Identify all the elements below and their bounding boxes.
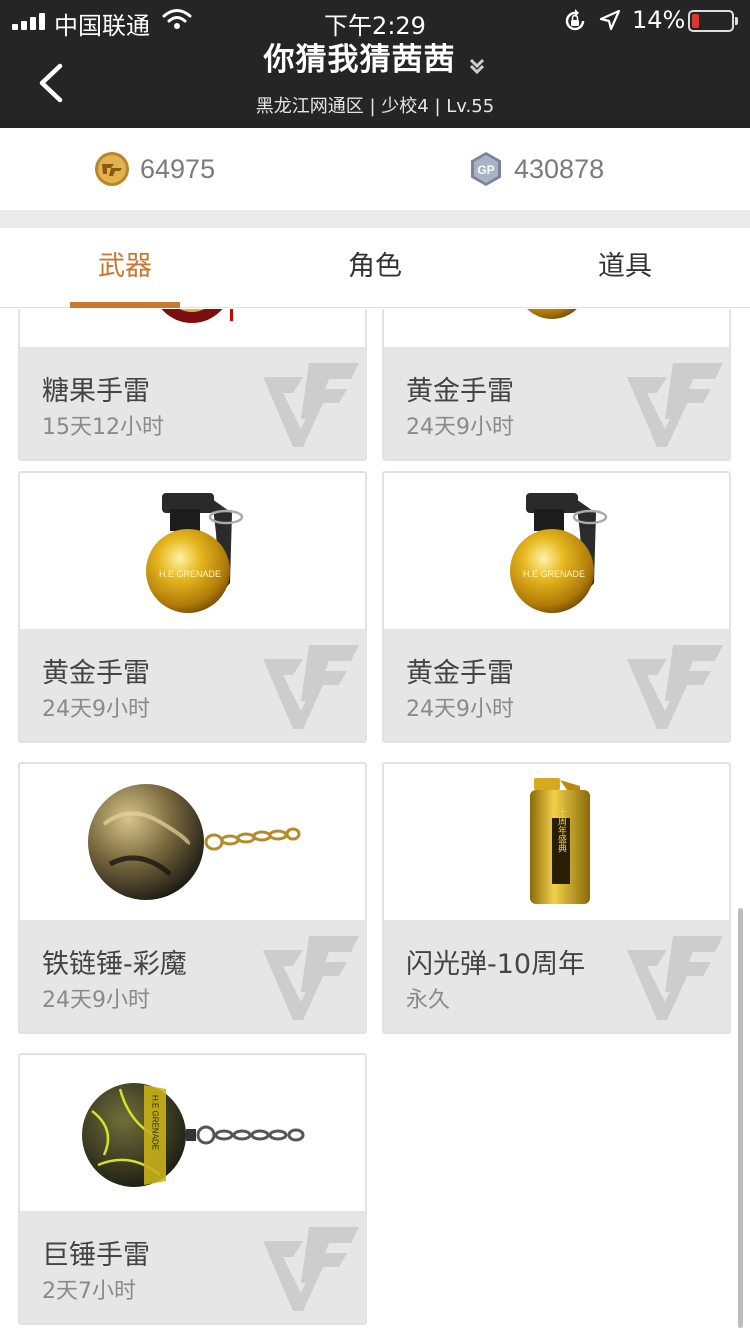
battery-icon — [688, 10, 738, 32]
gold-grenade-icon: H.E GRENADE — [146, 493, 244, 613]
item-info: 闪光弹-10周年 永久 — [384, 920, 729, 1032]
item-info: 黄金手雷 24天9小时 — [384, 629, 729, 741]
item-name: 黄金手雷 — [406, 376, 514, 407]
item-image: 十周年盛典 — [384, 764, 729, 920]
cf-watermark-icon — [623, 641, 725, 733]
item-image — [384, 309, 729, 347]
item-card[interactable]: 十周年盛典 闪光弹-10周年 永久 — [382, 762, 731, 1034]
flashbang-10th-anniversary-icon: 十周年盛典 — [530, 778, 590, 904]
page-title[interactable]: 你猜我猜茜茜 — [263, 42, 455, 78]
item-name: 闪光弹-10周年 — [406, 949, 586, 980]
cf-watermark-icon — [259, 932, 361, 1024]
category-tabs: 武器 角色 道具 — [0, 228, 750, 308]
item-image: H.E GRENADE — [384, 473, 729, 629]
grenade-label-text: H.E GRENADE — [159, 569, 221, 579]
double-chevron-down-icon[interactable] — [467, 56, 487, 76]
item-info: 黄金手雷 24天9小时 — [384, 347, 729, 459]
item-info: 糖果手雷 15天12小时 — [20, 347, 365, 459]
coin-value: 64975 — [140, 153, 216, 184]
item-duration: 永久 — [406, 988, 451, 1013]
tab-weapons[interactable]: 武器 — [0, 228, 250, 308]
item-duration: 24天9小时 — [42, 988, 150, 1013]
item-card[interactable]: H.E GRENADE 巨锤手雷 2天7小时 — [18, 1053, 367, 1325]
gp-value: 430878 — [514, 153, 605, 184]
rotation-lock-icon — [565, 9, 585, 31]
gp-coin-icon: GP — [471, 152, 501, 186]
item-name: 糖果手雷 — [42, 376, 150, 407]
tab-characters[interactable]: 角色 — [250, 228, 500, 308]
cf-coin-icon — [95, 152, 129, 186]
item-list[interactable]: 糖果手雷 15天12小时 黄金手雷 24天9小时 H.E GRENADE 黄金手… — [0, 309, 750, 1334]
cf-watermark-icon — [259, 359, 361, 451]
item-image — [20, 764, 365, 920]
item-info: 黄金手雷 24天9小时 — [20, 629, 365, 741]
battery-percentage: 14% — [632, 6, 686, 34]
gp-badge-text: GP — [477, 163, 494, 177]
item-duration: 2天7小时 — [42, 1279, 136, 1304]
item-duration: 15天12小时 — [42, 415, 164, 440]
giant-hammer-grenade-icon: H.E GRENADE — [82, 1083, 305, 1187]
gp-balance: GP 430878 — [468, 150, 604, 188]
list-scrollbar[interactable] — [738, 908, 743, 1328]
currency-bar: 64975 GP 430878 — [0, 128, 750, 210]
cf-watermark-icon — [623, 359, 725, 451]
item-name: 黄金手雷 — [406, 658, 514, 689]
player-info: 黑龙江网通区 | 少校4 | Lv.55 — [255, 96, 495, 117]
flashbang-label-text: 十周年盛典 — [556, 806, 567, 853]
coin-balance: 64975 — [94, 150, 215, 188]
section-divider — [0, 210, 750, 228]
candy-grenade-icon — [161, 309, 233, 323]
header-title-area[interactable]: 你猜我猜茜茜 — [0, 34, 750, 79]
item-duration: 24天9小时 — [406, 415, 514, 440]
item-name: 巨锤手雷 — [42, 1240, 150, 1271]
item-info: 巨锤手雷 2天7小时 — [20, 1211, 365, 1323]
gold-grenade-icon — [527, 309, 577, 319]
item-image: H.E GRENADE — [20, 1055, 365, 1211]
grenade-label-text: H.E GRENADE — [151, 1095, 160, 1150]
item-image: H.E GRENADE — [20, 473, 365, 629]
item-info: 铁链锤-彩魔 24天9小时 — [20, 920, 365, 1032]
active-tab-indicator — [70, 302, 180, 308]
cf-watermark-icon — [259, 1223, 361, 1315]
item-card[interactable]: H.E GRENADE 黄金手雷 24天9小时 — [18, 471, 367, 743]
top-bar: 中国联通 下午2:29 14% 你猜我猜茜茜 黑龙江网通区 | 少校4 | Lv… — [0, 0, 750, 128]
item-name: 铁链锤-彩魔 — [42, 949, 187, 980]
item-duration: 24天9小时 — [42, 697, 150, 722]
chain-hammer-grenade-icon — [88, 784, 301, 900]
item-card[interactable]: H.E GRENADE 黄金手雷 24天9小时 — [382, 471, 731, 743]
tab-items[interactable]: 道具 — [500, 228, 750, 308]
location-arrow-icon — [599, 9, 621, 31]
item-card[interactable]: 黄金手雷 24天9小时 — [382, 309, 731, 461]
cf-watermark-icon — [259, 641, 361, 733]
item-duration: 24天9小时 — [406, 697, 514, 722]
cf-watermark-icon — [623, 932, 725, 1024]
item-card[interactable]: 糖果手雷 15天12小时 — [18, 309, 367, 461]
item-card[interactable]: 铁链锤-彩魔 24天9小时 — [18, 762, 367, 1034]
item-name: 黄金手雷 — [42, 658, 150, 689]
item-image — [20, 309, 365, 347]
gold-grenade-icon: H.E GRENADE — [510, 493, 608, 613]
grenade-label-text: H.E GRENADE — [523, 569, 585, 579]
